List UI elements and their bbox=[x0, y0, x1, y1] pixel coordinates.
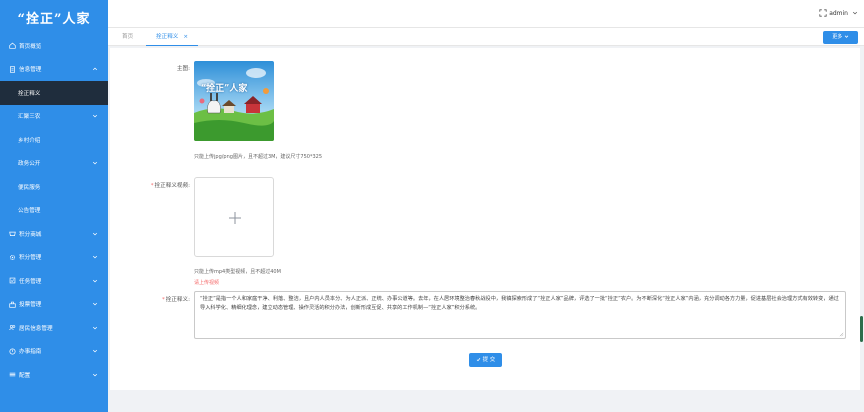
sidebar-item[interactable]: 积分管理 bbox=[0, 246, 108, 270]
sidebar-item-label: 乡村介绍 bbox=[18, 137, 41, 144]
submit-button-label: 提 交 bbox=[482, 357, 496, 363]
home-icon bbox=[8, 42, 16, 50]
sidebar-item-label: 任务管理 bbox=[19, 278, 42, 285]
video-uploader[interactable] bbox=[194, 177, 274, 257]
video-hint: 只能上传mp4类型视频，且不超过40M bbox=[194, 269, 281, 275]
chevron-down-icon[interactable] bbox=[852, 10, 858, 16]
tab-home[interactable]: 首页 bbox=[122, 28, 133, 46]
sidebar-item[interactable]: 汇聚三农 bbox=[0, 105, 108, 129]
chevron-down-icon bbox=[92, 256, 98, 259]
sidebar-item-label: 便民服务 bbox=[18, 184, 41, 191]
cover-image-logo-text: “拴正”人家 bbox=[201, 84, 248, 94]
close-icon[interactable]: × bbox=[183, 34, 188, 40]
tab-current-label: 拴正释义 bbox=[156, 34, 179, 40]
more-button[interactable]: 更多 bbox=[823, 31, 858, 44]
page-scrollbar[interactable] bbox=[860, 316, 863, 342]
sidebar-item-label: 积分管理 bbox=[19, 255, 42, 262]
resize-grip-icon[interactable] bbox=[839, 332, 844, 337]
chevron-down-icon bbox=[92, 279, 98, 283]
cover-label: 主图: bbox=[176, 66, 190, 72]
content-panel: 主图: “拴正”人家 只能上传jpg/png图片，且不超过3M，建议尺寸750*… bbox=[110, 48, 860, 390]
config-icon bbox=[8, 371, 16, 379]
fullscreen-icon[interactable] bbox=[819, 9, 827, 17]
sidebar-item[interactable]: 首页概览 bbox=[0, 34, 108, 58]
users-icon bbox=[8, 324, 16, 332]
tab-bar: 首页 拴正释义 × 更多 bbox=[108, 28, 864, 46]
chevron-down-icon bbox=[92, 326, 98, 330]
sidebar-item[interactable]: 便民服务 bbox=[0, 175, 108, 199]
sidebar-item-label: 汇聚三农 bbox=[18, 114, 41, 121]
task-icon bbox=[8, 277, 16, 285]
video-error: 请上传视频 bbox=[194, 280, 220, 286]
guide-icon bbox=[8, 347, 16, 355]
definition-label-text: 拴正释义: bbox=[165, 297, 190, 303]
gear-icon bbox=[8, 253, 16, 261]
video-label-text: 拴正释义视频: bbox=[154, 183, 190, 189]
sidebar-item-label: 配置 bbox=[19, 372, 31, 379]
sidebar: “拴正”人家 首页概览信息管理拴正释义汇聚三农乡村介绍政务公开便民服务公告管理积… bbox=[0, 0, 108, 412]
user-menu-name[interactable]: admin bbox=[829, 10, 848, 17]
chevron-down-icon bbox=[92, 350, 98, 353]
chevron-down-icon bbox=[92, 115, 98, 118]
plus-icon bbox=[229, 212, 241, 224]
vote-icon bbox=[8, 300, 16, 308]
sidebar-item-label: 首页概览 bbox=[19, 43, 42, 50]
video-label: *拴正释义视频: bbox=[150, 183, 190, 189]
top-bar: admin bbox=[108, 0, 864, 28]
sidebar-item-label: 居民信息管理 bbox=[19, 325, 53, 332]
sidebar-item-label: 拴正释义 bbox=[18, 90, 41, 97]
document-icon bbox=[8, 65, 16, 73]
more-button-label: 更多 bbox=[832, 34, 843, 40]
sidebar-item[interactable]: 政务公开 bbox=[0, 152, 108, 176]
definition-text: “拴正”是指一个人和家庭干净、利落、整洁，且户内人员本分、为人正派、正统、办事公… bbox=[200, 296, 839, 311]
sidebar-item-label: 投票管理 bbox=[19, 302, 42, 309]
sidebar-item-label: 政务公开 bbox=[18, 161, 41, 168]
sidebar-item[interactable]: 信息管理 bbox=[0, 58, 108, 82]
sidebar-menu: 首页概览信息管理拴正释义汇聚三农乡村介绍政务公开便民服务公告管理积分商城积分管理… bbox=[0, 34, 108, 387]
cover-hint: 只能上传jpg/png图片，且不超过3M，建议尺寸750*325 bbox=[194, 154, 323, 160]
chevron-down-icon bbox=[92, 232, 98, 236]
sidebar-item-label: 办事指南 bbox=[19, 349, 42, 356]
check-icon bbox=[476, 358, 481, 362]
app-logo: “拴正”人家 bbox=[17, 11, 91, 27]
sidebar-item[interactable]: 办事指南 bbox=[0, 340, 108, 364]
sidebar-item[interactable]: 投票管理 bbox=[0, 293, 108, 317]
definition-label: *拴正释义: bbox=[161, 297, 190, 303]
chevron-up-icon bbox=[92, 67, 98, 71]
sidebar-item-label: 信息管理 bbox=[19, 67, 42, 74]
tab-current[interactable]: 拴正释义 × bbox=[146, 28, 199, 46]
chevron-down-icon bbox=[92, 162, 98, 165]
sidebar-item[interactable]: 拴正释义 bbox=[0, 81, 108, 105]
sidebar-item[interactable]: 积分商城 bbox=[0, 222, 108, 246]
store-icon bbox=[8, 230, 16, 238]
sidebar-item[interactable]: 配置 bbox=[0, 363, 108, 387]
chevron-down-icon bbox=[92, 373, 98, 377]
sidebar-item[interactable]: 居民信息管理 bbox=[0, 316, 108, 340]
sidebar-item-label: 公告管理 bbox=[18, 208, 41, 215]
sidebar-item-label: 积分商城 bbox=[19, 231, 42, 238]
sidebar-item[interactable]: 乡村介绍 bbox=[0, 128, 108, 152]
sidebar-item[interactable]: 公告管理 bbox=[0, 199, 108, 223]
cover-image[interactable]: “拴正”人家 bbox=[194, 61, 274, 141]
chevron-down-icon bbox=[92, 303, 98, 306]
sidebar-item[interactable]: 任务管理 bbox=[0, 269, 108, 293]
chevron-down-icon bbox=[844, 35, 849, 38]
submit-button[interactable]: 提 交 bbox=[469, 353, 502, 367]
definition-textarea[interactable]: “拴正”是指一个人和家庭干净、利落、整洁，且户内人员本分、为人正派、正统、办事公… bbox=[194, 291, 846, 339]
